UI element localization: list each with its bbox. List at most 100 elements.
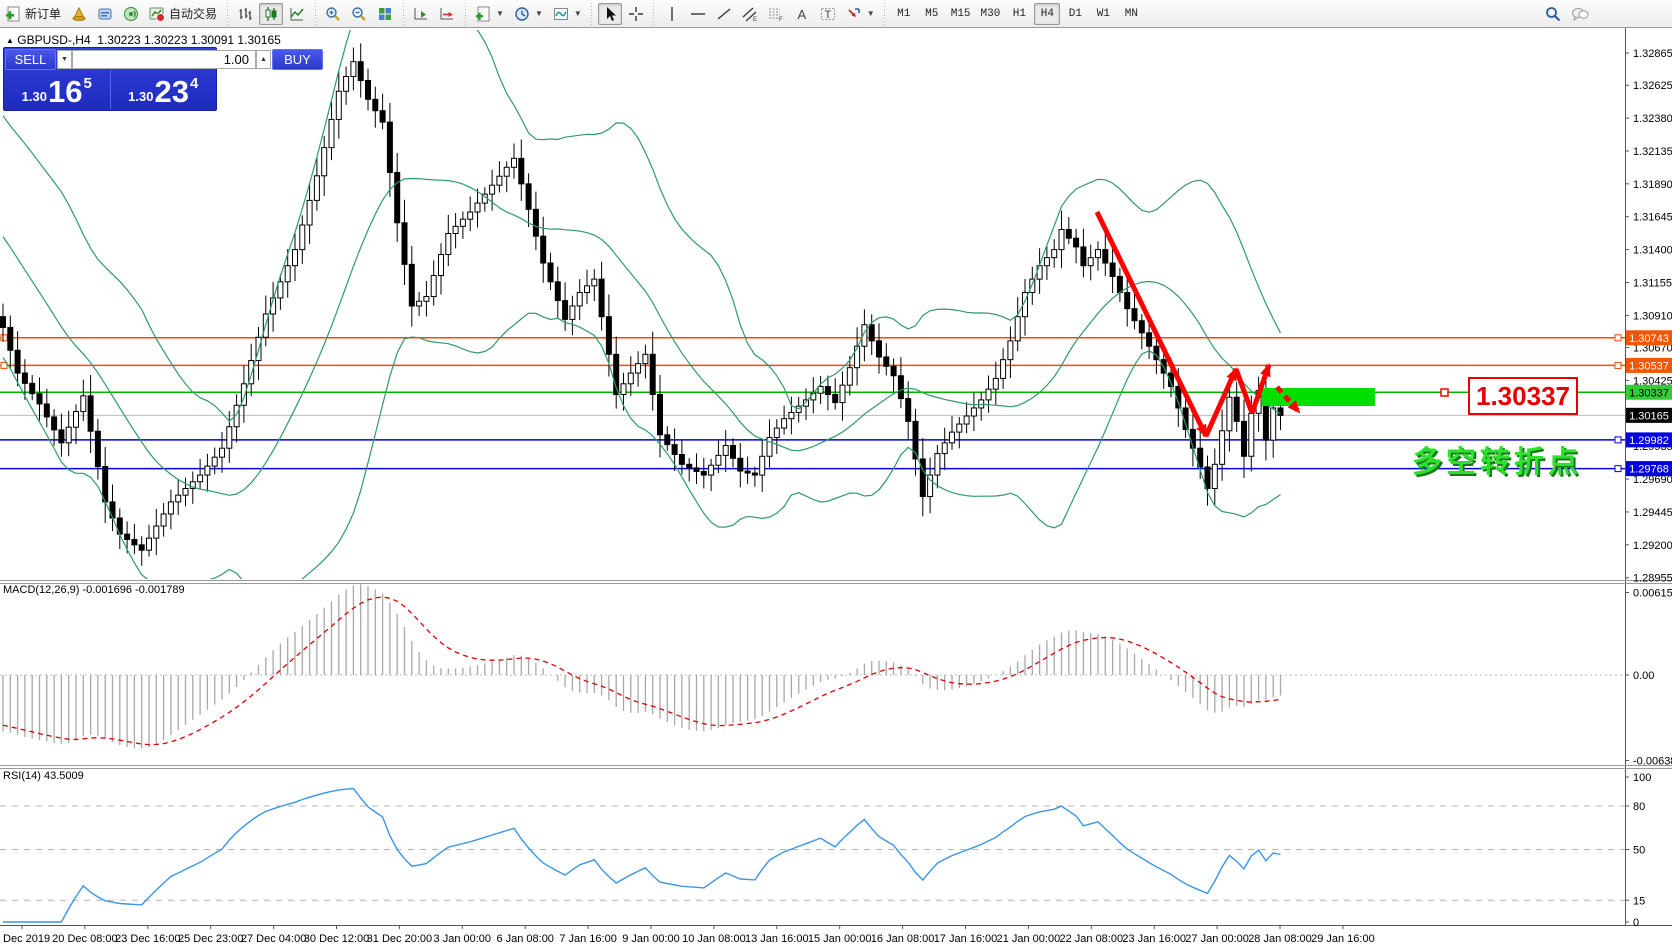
- market-watch-button[interactable]: [67, 3, 91, 25]
- text-label-icon: T: [820, 6, 836, 22]
- svg-text:3 Jan 00:00: 3 Jan 00:00: [434, 933, 492, 945]
- new-chart-icon: [475, 6, 491, 22]
- buy-price[interactable]: 1.30 23 4: [111, 71, 217, 109]
- fibonacci-icon: F: [768, 6, 784, 22]
- clock-icon: [514, 6, 530, 22]
- svg-text:-0.00638: -0.00638: [1633, 755, 1672, 767]
- svg-text:1.31400: 1.31400: [1633, 245, 1672, 257]
- cursor-button[interactable]: [598, 3, 622, 25]
- bar-chart-icon: [237, 6, 253, 22]
- tf-m1-button[interactable]: M1: [891, 3, 917, 25]
- svg-text:80: 80: [1633, 801, 1645, 813]
- svg-text:1.29982: 1.29982: [1629, 435, 1669, 447]
- new-chart-button[interactable]: ▼: [471, 3, 508, 25]
- auto-scroll-button[interactable]: [409, 3, 433, 25]
- toolbar-separator: [312, 3, 318, 25]
- fibonacci-button[interactable]: F: [764, 3, 788, 25]
- tf-w1-button[interactable]: W1: [1090, 3, 1116, 25]
- svg-text:F: F: [779, 17, 783, 22]
- sell-button[interactable]: SELL: [5, 49, 56, 70]
- data-window-icon: [97, 6, 113, 22]
- auto-scroll-icon: [413, 6, 429, 22]
- tf-m15-button[interactable]: M15: [947, 3, 975, 25]
- volume-input[interactable]: [72, 50, 256, 69]
- buy-price-pip: 4: [190, 75, 198, 92]
- zoom-in-icon: [325, 6, 341, 22]
- time-axis[interactable]: 9 Dec 201920 Dec 08:0023 Dec 16:0025 Dec…: [0, 925, 1375, 945]
- tf-m30-button[interactable]: M30: [977, 3, 1005, 25]
- chart-shift-button[interactable]: [435, 3, 459, 25]
- price-callout-box[interactable]: 1.30337: [1468, 377, 1578, 415]
- pane-splitter[interactable]: [0, 766, 1672, 769]
- main-toolbar: 新订单 自动交易 ▼ ▼ ▼: [0, 0, 1672, 28]
- toolbar-separator: [224, 3, 230, 25]
- callout-anchor-square: [1441, 389, 1448, 396]
- svg-text:1.29768: 1.29768: [1629, 464, 1669, 476]
- trendline-icon: [716, 6, 732, 22]
- dropdown-caret-icon: ▼: [496, 9, 504, 18]
- tf-m5-button[interactable]: M5: [919, 3, 945, 25]
- one-click-trade-panel: SELL ▼ ▲ BUY 1.30 16 5 1.30 23 4: [3, 47, 217, 111]
- horizontal-line-button[interactable]: [686, 3, 710, 25]
- horizontal-line-icon: [690, 6, 706, 22]
- tf-d1-button[interactable]: D1: [1062, 3, 1088, 25]
- svg-text:23 Dec 16:00: 23 Dec 16:00: [115, 933, 180, 945]
- svg-text:15: 15: [1633, 895, 1645, 907]
- line-chart-button[interactable]: [285, 3, 309, 25]
- svg-text:28 Jan 08:00: 28 Jan 08:00: [1248, 933, 1312, 945]
- svg-text:10 Jan 08:00: 10 Jan 08:00: [682, 933, 746, 945]
- price-axis[interactable]: 1.328651.326251.323801.321351.318901.316…: [1625, 48, 1672, 929]
- periods-button[interactable]: ▼: [510, 3, 547, 25]
- buy-price-big: 23: [154, 78, 188, 106]
- buy-button[interactable]: BUY: [272, 49, 323, 70]
- sell-price[interactable]: 1.30 16 5: [4, 71, 111, 109]
- dropdown-caret-icon: ▼: [574, 9, 582, 18]
- svg-text:1.30910: 1.30910: [1633, 310, 1672, 322]
- annotation-note-text[interactable]: 多空转折点: [1412, 437, 1582, 481]
- svg-text:1.31155: 1.31155: [1633, 277, 1672, 289]
- crosshair-icon: [628, 6, 644, 22]
- svg-text:7 Jan 16:00: 7 Jan 16:00: [559, 933, 617, 945]
- svg-text:1.31890: 1.31890: [1633, 179, 1672, 191]
- new-order-label: 新订单: [25, 5, 61, 22]
- equidistant-channel-button[interactable]: E: [738, 3, 762, 25]
- text-button[interactable]: A: [790, 3, 814, 25]
- svg-text:T: T: [824, 9, 831, 21]
- rsi-pane: [0, 789, 1625, 923]
- autotrading-button[interactable]: 自动交易: [145, 3, 221, 25]
- vertical-line-button[interactable]: [660, 3, 684, 25]
- svg-text:1.29200: 1.29200: [1633, 540, 1672, 552]
- drawn-annotations[interactable]: [1097, 212, 1448, 440]
- tf-h1-button[interactable]: H1: [1006, 3, 1032, 25]
- chart-canvas[interactable]: 1.328651.326251.323801.321351.318901.316…: [0, 28, 1672, 951]
- zoom-out-button[interactable]: [347, 3, 371, 25]
- crosshair-button[interactable]: [624, 3, 648, 25]
- volume-decrease-button[interactable]: ▼: [57, 50, 72, 69]
- svg-text:1.29445: 1.29445: [1633, 507, 1672, 519]
- pane-splitter[interactable]: [0, 581, 1672, 584]
- svg-text:1.30743: 1.30743: [1629, 333, 1669, 345]
- volume-increase-button[interactable]: ▲: [256, 50, 271, 69]
- toolbar-separator: [882, 3, 888, 25]
- zoom-in-button[interactable]: [321, 3, 345, 25]
- text-label-button[interactable]: T: [816, 3, 840, 25]
- templates-button[interactable]: ▼: [549, 3, 586, 25]
- toolbar-separator: [589, 3, 595, 25]
- tile-windows-button[interactable]: [373, 3, 397, 25]
- arrows-button[interactable]: ▼: [842, 3, 879, 25]
- candlestick-chart-button[interactable]: [259, 3, 283, 25]
- autotrading-icon: [149, 6, 165, 22]
- tf-mn-button[interactable]: MN: [1118, 3, 1144, 25]
- autotrading-label: 自动交易: [169, 5, 217, 22]
- trendline-button[interactable]: [712, 3, 736, 25]
- new-order-button[interactable]: 新订单: [1, 3, 65, 25]
- data-window-button[interactable]: [93, 3, 117, 25]
- tf-h4-button[interactable]: H4: [1034, 3, 1060, 25]
- signals-button[interactable]: [119, 3, 143, 25]
- svg-text:50: 50: [1633, 845, 1645, 857]
- bar-chart-button[interactable]: [233, 3, 257, 25]
- chat-button[interactable]: [1567, 3, 1593, 25]
- search-button[interactable]: [1541, 3, 1565, 25]
- svg-text:0: 0: [1633, 917, 1639, 929]
- market-watch-icon: [71, 6, 87, 22]
